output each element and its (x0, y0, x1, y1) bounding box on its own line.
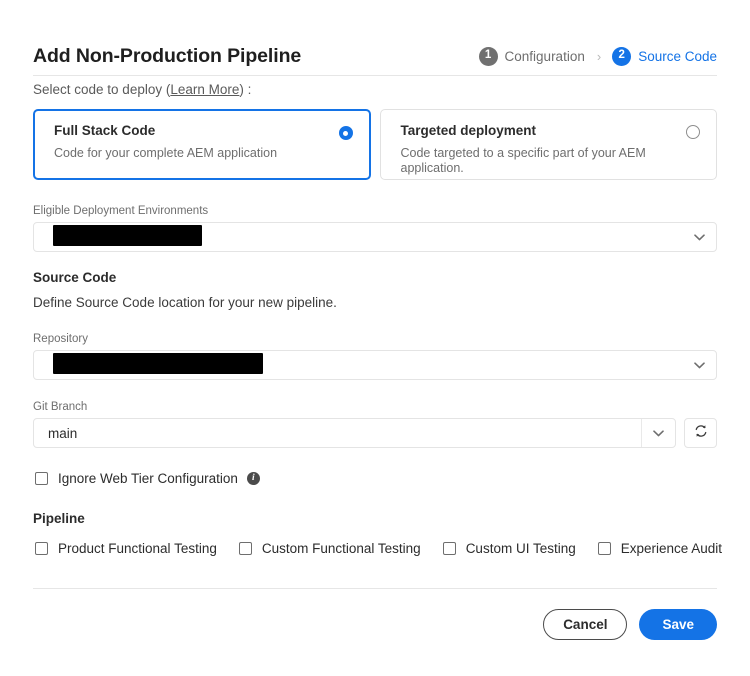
option-title: Full Stack Code (54, 123, 354, 139)
option-description: Code for your complete AEM application (54, 146, 354, 161)
repository-label: Repository (33, 334, 88, 346)
source-code-section-description: Define Source Code location for your new… (33, 295, 337, 310)
checkbox-label: Custom Functional Testing (262, 541, 421, 556)
custom-functional-testing-checkbox[interactable] (239, 542, 252, 555)
option-card-full-stack-code[interactable]: Full Stack Code Code for your complete A… (33, 109, 371, 180)
save-button[interactable]: Save (639, 609, 717, 640)
experience-audit-checkbox[interactable] (598, 542, 611, 555)
step-2-badge: 2 (612, 47, 631, 66)
step-indicator: 1 Configuration › 2 Source Code (479, 47, 717, 66)
checkbox-row-custom-functional-testing[interactable]: Custom Functional Testing (239, 541, 421, 556)
checkbox-row-custom-ui-testing[interactable]: Custom UI Testing (443, 541, 576, 556)
refresh-icon (694, 424, 708, 443)
page-title: Add Non-Production Pipeline (33, 45, 301, 68)
step-configuration[interactable]: 1 Configuration (479, 47, 585, 66)
info-icon[interactable]: i (247, 472, 260, 485)
pipeline-section-title: Pipeline (33, 511, 85, 526)
checkbox-row-product-functional-testing[interactable]: Product Functional Testing (35, 541, 217, 556)
eligible-environments-label: Eligible Deployment Environments (33, 206, 208, 218)
step-1-badge: 1 (479, 47, 498, 66)
chevron-down-icon[interactable] (682, 223, 716, 251)
chevron-down-icon[interactable] (682, 351, 716, 379)
select-code-text-after: ) : (239, 82, 251, 97)
pipeline-checkbox-group: Product Functional Testing Custom Functi… (35, 541, 722, 556)
select-code-text-before: Select code to deploy ( (33, 82, 170, 97)
ignore-web-tier-label: Ignore Web Tier Configuration (58, 471, 238, 486)
select-code-instruction: Select code to deploy (Learn More) : (33, 82, 251, 97)
header-divider (33, 75, 717, 76)
chevron-right-icon: › (597, 50, 601, 63)
step-1-label: Configuration (505, 49, 585, 64)
custom-ui-testing-checkbox[interactable] (443, 542, 456, 555)
git-branch-value[interactable]: main (34, 426, 641, 441)
cancel-button[interactable]: Cancel (543, 609, 627, 640)
git-branch-select[interactable]: main (33, 418, 676, 448)
product-functional-testing-checkbox[interactable] (35, 542, 48, 555)
redacted-value (53, 353, 263, 374)
redacted-value (53, 225, 202, 246)
source-code-section-title: Source Code (33, 270, 116, 285)
dialog-header: Add Non-Production Pipeline 1 Configurat… (33, 40, 717, 72)
repository-value (34, 353, 682, 377)
eligible-environments-value (34, 225, 682, 249)
step-source-code[interactable]: 2 Source Code (612, 47, 717, 66)
ignore-web-tier-row[interactable]: Ignore Web Tier Configuration i (35, 471, 260, 486)
option-card-targeted-deployment[interactable]: Targeted deployment Code targeted to a s… (380, 109, 718, 180)
repository-select[interactable] (33, 350, 717, 380)
dialog-footer: Cancel Save (543, 609, 717, 640)
checkbox-label: Custom UI Testing (466, 541, 576, 556)
learn-more-link[interactable]: Learn More (170, 82, 239, 97)
option-title: Targeted deployment (401, 123, 701, 139)
eligible-environments-select[interactable] (33, 222, 717, 252)
option-description: Code targeted to a specific part of your… (401, 146, 701, 176)
ignore-web-tier-checkbox[interactable] (35, 472, 48, 485)
checkbox-label: Experience Audit (621, 541, 722, 556)
chevron-down-icon[interactable] (641, 419, 675, 447)
footer-divider (33, 588, 717, 589)
radio-full-stack-code[interactable] (339, 126, 353, 140)
radio-targeted-deployment[interactable] (686, 125, 700, 139)
add-pipeline-dialog: Add Non-Production Pipeline 1 Configurat… (0, 0, 750, 676)
checkbox-label: Product Functional Testing (58, 541, 217, 556)
refresh-branches-button[interactable] (684, 418, 717, 448)
step-2-label: Source Code (638, 49, 717, 64)
checkbox-row-experience-audit[interactable]: Experience Audit (598, 541, 722, 556)
code-type-options: Full Stack Code Code for your complete A… (33, 109, 717, 180)
git-branch-label: Git Branch (33, 402, 87, 414)
